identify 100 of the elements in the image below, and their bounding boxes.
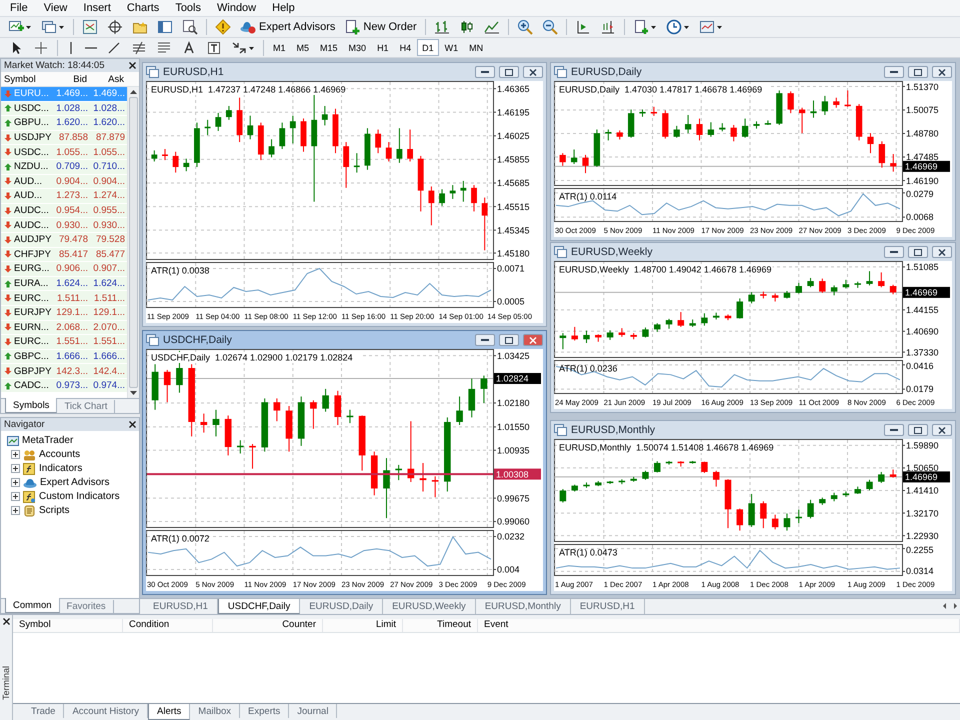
column-header[interactable]: Condition [123,619,213,632]
new-order-button[interactable]: New Order [340,18,421,36]
indicator-value-label: 0.0314 [906,566,934,576]
bid-price: 129.1... [55,307,89,318]
tree-item[interactable]: Scripts [39,505,70,516]
symbol-row[interactable]: GBPU... 1.620... 1.620... [1,116,127,131]
price-label: 1.46190 [906,176,939,186]
menu-item[interactable]: Insert [75,2,119,14]
price-label: 1.51370 [906,82,939,92]
symbol-row[interactable]: AUD... 0.904... 0.904... [1,174,127,190]
bid-price: 87.858 [58,132,89,144]
column-header[interactable]: Symbol [1,74,53,84]
symbol-row[interactable]: USDC... 1.055... 1.055... [1,145,127,160]
column-header[interactable]: Timeout [403,619,478,632]
menu-item[interactable]: File [2,2,36,14]
symbol-row[interactable]: GBPC... 1.666... 1.666... [1,350,127,364]
symbol-row[interactable]: AUDC... 0.930... 0.930... [1,218,127,233]
column-header[interactable]: Ask [90,74,127,84]
symbol-row[interactable]: EURG... 0.906... 0.907... [1,262,127,277]
symbol-row[interactable]: EURN... 2.068... 2.070... [1,320,127,336]
symbol-row[interactable]: EURC... 1.551... 1.551... [1,335,127,350]
price-tag: 1.02824 [494,373,541,384]
price-label: 1.45515 [497,202,530,212]
bid-price: 142.3... [55,366,89,377]
terminal-tab[interactable]: Alerts [148,704,190,720]
bid-price: 0.709... [55,161,89,172]
menu-item[interactable]: View [36,2,76,14]
tree-item[interactable]: Indicators [39,463,82,474]
tree-item[interactable]: Expert Advisors [40,477,110,488]
symbol-row[interactable]: USDC... 1.028... 1.028... [1,102,127,116]
tree-item[interactable]: Custom Indicators [39,491,120,502]
panel-tab[interactable]: Tick Chart [57,400,116,413]
timeframe-button[interactable]: M1 [268,39,291,56]
chart-info: USDCHF,Daily 1.02674 1.02900 1.02179 1.02824 [151,352,353,362]
tree-item[interactable]: MetaTrader [22,435,74,446]
ask-price: 1.028... [92,102,126,114]
timeframe-button[interactable]: D1 [417,39,439,56]
bid-price: 2.068... [55,322,89,333]
panel-tab[interactable]: Symbols [5,398,58,413]
panel-tab[interactable]: Favorites [60,600,114,613]
terminal-tab[interactable]: Journal [289,704,338,718]
symbol-name: EURC... [14,336,49,348]
window-title: EURUSD,Monthly [571,424,656,436]
indicator-value-label: 0.0279 [906,189,934,199]
symbol-name: AUD... [14,176,42,187]
column-header[interactable]: Bid [53,74,90,84]
symbol-name: GBPJPY [14,366,52,377]
menu-item[interactable]: Tools [167,2,209,14]
symbol-row[interactable]: EURC... 1.511... 1.511... [1,291,127,306]
symbol-row[interactable]: GBPJPY 142.3... 142.4... [1,364,127,379]
symbol-row[interactable]: NZDU... 0.709... 0.710... [1,160,127,175]
timeframe-button[interactable]: M5 [292,39,314,56]
symbol-name: EURG... [14,263,50,274]
price-tag: 1.46969 [903,160,950,172]
bid-price: 1.666... [55,350,89,362]
timeframe-button[interactable]: MN [464,39,488,56]
terminal-tab[interactable]: Trade [23,704,64,718]
indicator-value-label: 0.0005 [497,296,525,307]
ask-price: 0.904... [92,176,126,187]
window-title: EURUSD,Daily [571,66,643,78]
ask-price: 0.955... [92,205,126,216]
symbol-name: GBPC... [14,350,49,362]
price-label: 1.45180 [497,248,530,258]
timeframe-button[interactable]: W1 [440,39,464,56]
indicator-value-label: 0.0416 [906,361,934,371]
indicator-label: ATR(1) 0.0473 [559,548,618,558]
ask-price: 0.710... [92,161,126,172]
timeframe-button[interactable]: M15 [315,39,343,56]
chart-info: EURUSD,H1 1.47237 1.47248 1.46866 1.46969 [151,84,346,94]
symbol-row[interactable]: AUDJPY 79.478 79.528 [1,232,127,248]
column-header[interactable]: Limit [323,619,403,632]
tree-item[interactable]: Accounts [39,449,80,460]
timeframe-button[interactable]: H4 [394,39,416,56]
timeframe-button[interactable]: H1 [372,39,394,56]
chart-info: EURUSD,Daily 1.47030 1.47817 1.46678 1.46969 [559,84,762,94]
symbol-row[interactable]: EURA... 1.624... 1.624... [1,276,127,292]
symbol-row[interactable]: AUDC... 0.954... 0.955... [1,204,127,218]
menu-item[interactable]: Window [209,2,264,14]
symbol-row[interactable]: USDJPY 87.858 87.879 [1,130,127,146]
ask-price: 1.620... [92,117,126,128]
column-header[interactable]: Event [478,619,960,632]
symbol-row[interactable]: CHFJPY 85.417 85.477 [1,248,127,262]
column-header[interactable]: Counter [213,619,323,632]
symbol-row[interactable]: AUD... 1.273... 1.274... [1,189,127,204]
symbol-row[interactable]: EURJPY 129.1... 129.1... [1,306,127,320]
terminal-tab[interactable]: Mailbox [190,704,240,718]
symbol-row[interactable]: CADC... 0.973... 0.974... [1,378,127,394]
panel-tab[interactable]: Common [5,598,60,613]
terminal-tab[interactable]: Experts [240,704,290,718]
price-label: 1.59890 [906,440,939,451]
timeframe-button[interactable]: M30 [344,39,372,56]
column-header[interactable]: Symbol [13,619,123,632]
indicator-value-label: 0.2255 [906,545,934,555]
menu-item[interactable]: Help [264,2,303,14]
price-label: 0.99675 [497,493,530,504]
expert-advisors-button[interactable]: Expert Advisors [236,18,340,36]
ref-line-label: 1.46969 [905,288,938,298]
symbol-name: USDC... [14,146,49,158]
chart-tab[interactable]: USDCHF,Daily [218,599,300,614]
menu-item[interactable]: Charts [118,2,168,14]
